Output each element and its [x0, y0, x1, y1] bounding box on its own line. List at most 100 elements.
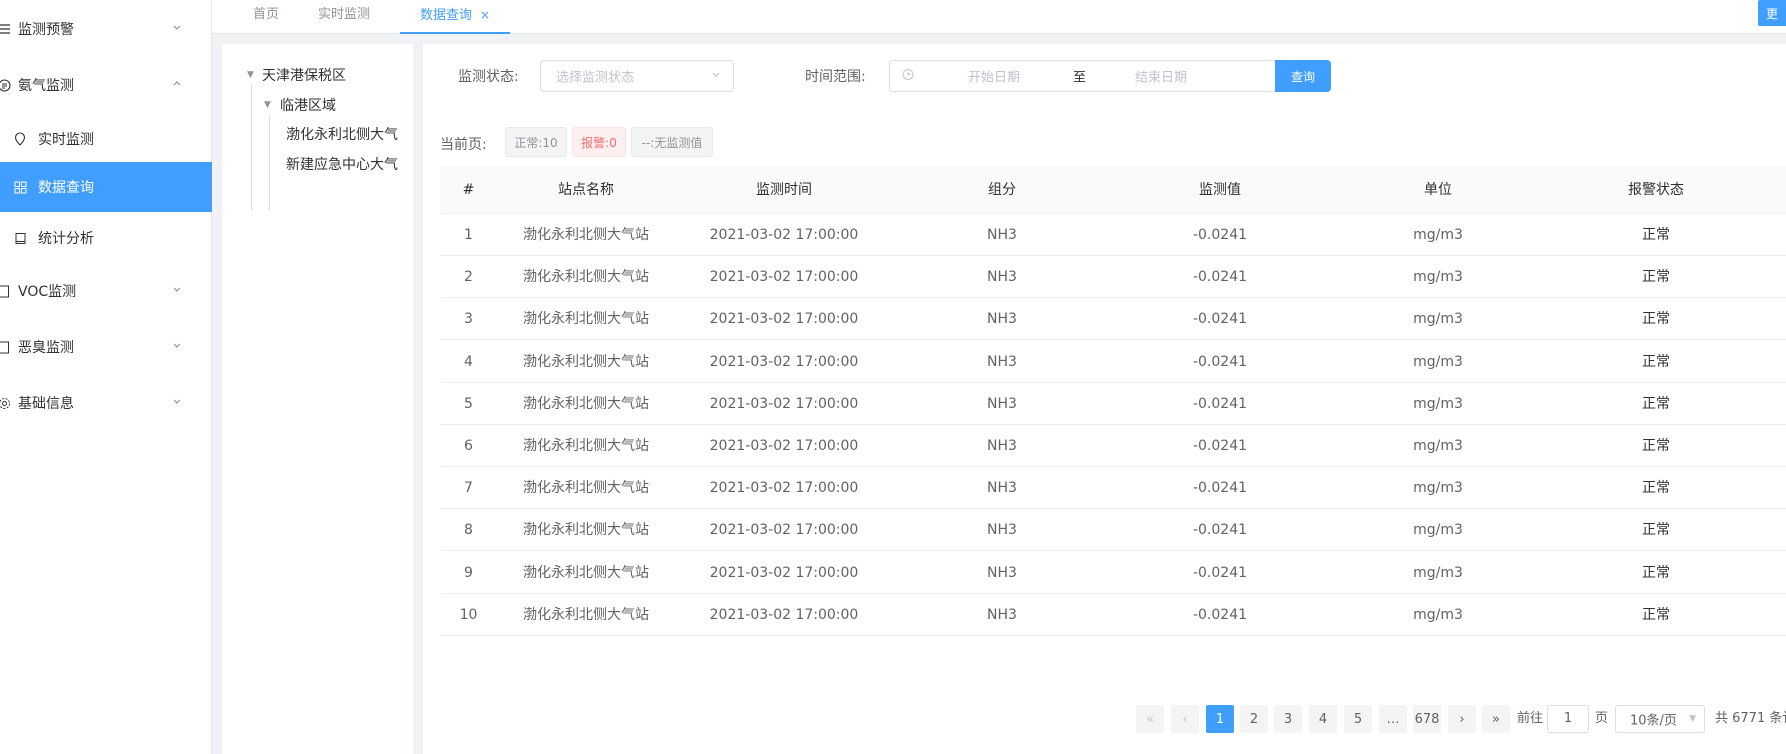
cell-alarm-status: 正常	[1642, 395, 1670, 412]
cell-alarm-status: 正常	[1642, 311, 1670, 328]
grid-icon	[13, 180, 27, 194]
chevron-up-icon	[172, 79, 182, 92]
cell-time: 2021-03-02 17:00:00	[709, 395, 859, 412]
cell-value: -0.0241	[1192, 269, 1248, 286]
date-range-separator: 至	[1073, 70, 1087, 86]
next-page-button[interactable]: ›	[1448, 705, 1476, 733]
end-date-input[interactable]: 结束日期	[1135, 67, 1187, 86]
table-row[interactable]: 3 渤化永利北侧大气站 2021-03-02 17:00:00 NH3 -0.0241 m…	[440, 298, 1786, 341]
table-row[interactable]: 2 渤化永利北侧大气站 2021-03-02 17:00:00 NH3 -0.0241 m…	[440, 256, 1786, 299]
notebook-icon	[0, 284, 11, 298]
caret-down-icon[interactable]: ▼	[247, 70, 254, 80]
tree-node-root[interactable]: 天津港保税区	[262, 65, 346, 85]
sidebar-item-odor[interactable]: 恶臭监测	[0, 322, 212, 372]
sidebar-item-label: 统计分析	[38, 231, 94, 247]
cell-unit: mg/m3	[1413, 480, 1463, 497]
last-page-button[interactable]: »	[1482, 705, 1510, 733]
cell-component: NH3	[987, 395, 1017, 412]
sidebar-item-warning[interactable]: 监测预警	[0, 4, 212, 54]
column-header-unit: 单位	[1424, 182, 1452, 198]
column-header-alarm-status: 报警状态	[1628, 182, 1684, 198]
table-row[interactable]: 9 渤化永利北侧大气站 2021-03-02 17:00:00 NH3 -0.0241 m…	[440, 551, 1786, 594]
prev-page-button[interactable]: ‹	[1171, 705, 1199, 733]
goto-prefix: 前往	[1517, 711, 1544, 726]
page-button[interactable]: 3	[1274, 705, 1302, 733]
caret-down-icon[interactable]: ▼	[264, 100, 271, 110]
table-row[interactable]: 10 渤化永利北侧大气站 2021-03-02 17:00:00 NH3 -0.0241…	[440, 593, 1786, 636]
sidebar-item-label: 恶臭监测	[18, 340, 74, 356]
cell-station: 渤化永利北侧大气站	[523, 395, 649, 412]
page-size-select[interactable]: 10条/页 ▼	[1615, 705, 1705, 733]
cell-value: -0.0241	[1192, 395, 1248, 412]
page-button[interactable]: 5	[1344, 705, 1372, 733]
cell-time: 2021-03-02 17:00:00	[709, 227, 859, 243]
cell-alarm-status: 正常	[1642, 522, 1670, 539]
table-row[interactable]: 8 渤化永利北侧大气站 2021-03-02 17:00:00 NH3 -0.0241 m…	[440, 509, 1786, 552]
sidebar-item-label: 数据查询	[38, 180, 94, 196]
tab-label: 首页	[252, 7, 279, 22]
sidebar-item-data-query[interactable]: 数据查询	[0, 162, 212, 212]
notebook-icon	[0, 340, 11, 354]
cell-value: -0.0241	[1192, 311, 1248, 328]
start-date-input[interactable]: 开始日期	[968, 67, 1020, 86]
table-row[interactable]: 1 渤化永利北侧大气站 2021-03-02 17:00:00 NH3 -0.0241 m…	[440, 214, 1786, 256]
cell-station: 渤化永利北侧大气站	[523, 269, 649, 286]
cell-unit: mg/m3	[1413, 353, 1463, 370]
normal-count-badge: 正常:10	[505, 127, 567, 157]
sidebar-item-realtime[interactable]: 实时监测	[0, 114, 212, 164]
cell-component: NH3	[987, 269, 1017, 286]
query-button[interactable]: 查询	[1275, 60, 1331, 92]
tree-node-leaf[interactable]: 渤化永利北侧大气	[286, 124, 398, 144]
tab-realtime[interactable]: 实时监测	[312, 0, 376, 34]
cell-alarm-status: 正常	[1642, 606, 1670, 623]
sidebar-item-voc[interactable]: VOC监测	[0, 266, 212, 316]
column-header-index: #	[462, 182, 475, 198]
table-row[interactable]: 7 渤化永利北侧大气站 2021-03-02 17:00:00 NH3 -0.0241 m…	[440, 467, 1786, 510]
cell-time: 2021-03-02 17:00:00	[709, 269, 859, 286]
page-button[interactable]: 678	[1413, 705, 1441, 733]
cell-station: 渤化永利北侧大气站	[523, 353, 649, 370]
location-pin-icon	[13, 132, 27, 146]
tab-home[interactable]: 首页	[246, 0, 286, 34]
cell-station: 渤化永利北侧大气站	[523, 438, 649, 454]
list-icon	[0, 22, 12, 36]
sidebar-item-ammonia[interactable]: 氨气监测	[0, 60, 212, 110]
chevron-down-icon	[172, 341, 182, 354]
sidebar-item-statistics[interactable]: 统计分析	[0, 213, 212, 263]
cell-alarm-status: 正常	[1642, 564, 1670, 581]
region-tree: ▼ 天津港保税区 ▼ 临港区域 渤化永利北侧大气 新建应急中心大气	[222, 44, 413, 754]
date-range-picker[interactable]: 开始日期 至 结束日期	[889, 60, 1276, 92]
close-icon[interactable]: ×	[480, 8, 490, 22]
tree-node-leaf[interactable]: 新建应急中心大气	[286, 154, 398, 174]
cell-time: 2021-03-02 17:00:00	[709, 522, 859, 539]
sidebar-item-basic-info[interactable]: 基础信息	[0, 378, 212, 428]
page-button[interactable]: 1	[1206, 705, 1234, 733]
no-value-badge: --:无监测值	[631, 127, 713, 157]
page-button[interactable]: 2	[1240, 705, 1268, 733]
goto-page-input[interactable]: 1	[1547, 705, 1589, 733]
column-header-station: 站点名称	[558, 182, 614, 198]
page-button[interactable]: 4	[1309, 705, 1337, 733]
time-range-label: 时间范围:	[805, 69, 866, 85]
tab-data-query[interactable]: 数据查询 ×	[400, 0, 510, 34]
cell-component: NH3	[987, 311, 1017, 328]
status-select[interactable]: 选择监测状态	[540, 60, 734, 92]
cell-time: 2021-03-02 17:00:00	[709, 606, 859, 623]
table-row[interactable]: 5 渤化永利北侧大气站 2021-03-02 17:00:00 NH3 -0.0241 m…	[440, 382, 1786, 425]
table-row[interactable]: 4 渤化永利北侧大气站 2021-03-02 17:00:00 NH3 -0.0241 m…	[440, 340, 1786, 383]
cell-station: 渤化永利北侧大气站	[523, 606, 649, 623]
chevron-down-icon	[172, 23, 182, 36]
caret-down-icon: ▼	[1689, 714, 1696, 724]
cell-alarm-status: 正常	[1642, 438, 1670, 454]
first-page-button[interactable]: «	[1136, 705, 1164, 733]
cell-index: 2	[464, 269, 473, 286]
cell-index: 1	[464, 227, 473, 243]
tree-node-child[interactable]: 临港区域	[280, 95, 336, 115]
page-ellipsis-button[interactable]: …	[1379, 705, 1407, 733]
cell-index: 8	[464, 522, 473, 539]
column-header-time: 监测时间	[756, 182, 812, 198]
gear-icon	[0, 396, 11, 410]
table-row[interactable]: 6 渤化永利北侧大气站 2021-03-02 17:00:00 NH3 -0.0241 m…	[440, 425, 1786, 467]
more-button[interactable]: 更	[1758, 0, 1786, 26]
cell-alarm-status: 正常	[1642, 353, 1670, 370]
